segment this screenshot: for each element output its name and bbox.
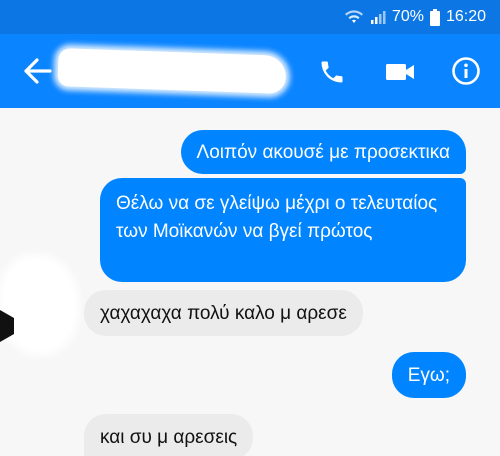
message-list[interactable]: Λοιπόν ακουσέ με προσεκτικα Θέλω να σε γ… bbox=[0, 108, 500, 456]
avatar[interactable] bbox=[4, 260, 74, 350]
outgoing-message[interactable]: Λοιπόν ακουσέ με προσεκτικα bbox=[180, 130, 466, 174]
contact-name-redaction bbox=[57, 48, 287, 94]
contact-name[interactable] bbox=[0, 34, 1, 35]
clock: 16:20 bbox=[445, 8, 486, 25]
incoming-message[interactable]: χαχαχαχα πολύ καλο μ αρεσε bbox=[84, 290, 363, 336]
incoming-message[interactable]: και συ μ αρεσεις bbox=[84, 414, 254, 456]
battery-percentage: 70% bbox=[391, 8, 424, 25]
back-arrow-icon[interactable] bbox=[24, 58, 52, 84]
wifi-icon bbox=[344, 9, 364, 25]
phone-icon[interactable] bbox=[318, 58, 346, 86]
conversation-header bbox=[0, 34, 500, 108]
status-bar: 70% 16:20 bbox=[0, 0, 500, 34]
outgoing-message[interactable]: Θέλω να σε γλείψω μέχρι ο τελευταίος των… bbox=[100, 178, 466, 282]
info-icon[interactable] bbox=[451, 56, 481, 86]
signal-icon bbox=[370, 9, 386, 25]
battery-icon bbox=[429, 8, 440, 26]
outgoing-message[interactable]: Εγω; bbox=[391, 352, 466, 398]
video-camera-icon[interactable] bbox=[384, 60, 416, 84]
